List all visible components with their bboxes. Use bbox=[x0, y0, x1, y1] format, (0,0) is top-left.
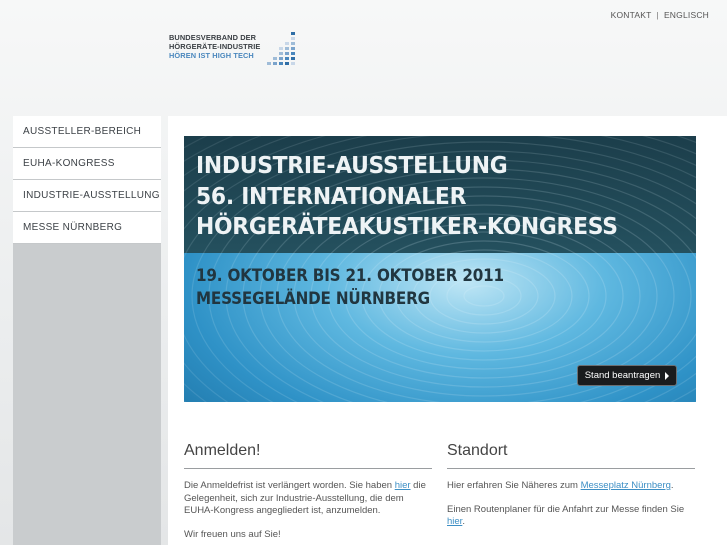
anmelden-text: Die Anmeldefrist ist verlängert worden. … bbox=[184, 480, 432, 518]
main-content: INDUSTRIE-AUSSTELLUNG 56. INTERNATIONALE… bbox=[168, 116, 727, 545]
logo-square bbox=[291, 32, 296, 35]
sidebar-item-industrie-ausstellung[interactable]: INDUSTRIE-AUSSTELLUNG bbox=[13, 180, 161, 212]
messeplatz-link[interactable]: Messeplatz Nürnberg bbox=[581, 480, 671, 491]
anmelden-closing: Wir freuen uns auf Sie! bbox=[184, 528, 281, 540]
logo-square bbox=[285, 47, 290, 50]
contact-link[interactable]: KONTAKT bbox=[611, 10, 652, 20]
hero-banner: INDUSTRIE-AUSSTELLUNG 56. INTERNATIONALE… bbox=[184, 136, 696, 402]
logo-square bbox=[291, 62, 296, 65]
logo[interactable]: BUNDESVERBAND DER HÖRGERÄTE-INDUSTRIE HÖ… bbox=[169, 32, 296, 65]
logo-square bbox=[273, 57, 278, 60]
routenplaner-text: Einen Routenplaner für die Anfahrt zur M… bbox=[447, 504, 695, 529]
logo-square bbox=[279, 62, 284, 65]
logo-square bbox=[279, 32, 283, 35]
logo-square bbox=[279, 57, 284, 60]
logo-square bbox=[267, 62, 272, 65]
logo-square bbox=[273, 47, 277, 50]
sidebar-nav: AUSSTELLER-BEREICH EUHA-KONGRESS INDUSTR… bbox=[13, 116, 161, 545]
logo-square bbox=[267, 57, 271, 60]
standort-text-before: Hier erfahren Sie Näheres zum bbox=[447, 480, 581, 491]
standort-section: Standort Hier erfahren Sie Näheres zum M… bbox=[447, 442, 695, 529]
stand-beantragen-label: Stand beantragen bbox=[584, 370, 661, 381]
top-links-separator: | bbox=[656, 10, 659, 20]
logo-square bbox=[291, 42, 296, 45]
logo-square bbox=[291, 57, 296, 60]
logo-line-1: BUNDESVERBAND DER bbox=[169, 33, 257, 42]
logo-square bbox=[267, 37, 271, 40]
anmelden-section: Anmelden! Die Anmeldefrist ist verlänger… bbox=[184, 442, 432, 541]
logo-line-2: HÖRGERÄTE-INDUSTRIE bbox=[169, 42, 261, 52]
sidebar-item-messe-nuernberg[interactable]: MESSE NÜRNBERG bbox=[13, 212, 161, 244]
logo-text: BUNDESVERBAND DER HÖRGERÄTE-INDUSTRIE HÖ… bbox=[169, 33, 260, 61]
logo-square bbox=[279, 42, 283, 45]
sidebar-item-euha-kongress[interactable]: EUHA-KONGRESS bbox=[13, 148, 161, 180]
routenplaner-hier-link[interactable]: hier bbox=[447, 516, 462, 527]
logo-square bbox=[267, 42, 271, 45]
routenplaner-text-after: . bbox=[462, 516, 465, 527]
logo-square bbox=[267, 47, 271, 50]
logo-square bbox=[273, 42, 277, 45]
logo-square bbox=[267, 52, 271, 55]
logo-square bbox=[285, 32, 289, 35]
banner-title-line-2: 56. INTERNATIONALER bbox=[196, 181, 467, 210]
anmelden-heading: Anmelden! bbox=[184, 442, 432, 469]
logo-square bbox=[273, 62, 278, 65]
logo-square bbox=[285, 52, 290, 55]
anmelden-text-before: Die Anmeldefrist ist verlängert worden. … bbox=[184, 480, 395, 491]
logo-square bbox=[291, 52, 296, 55]
logo-square bbox=[291, 47, 296, 50]
standort-heading: Standort bbox=[447, 442, 695, 469]
sidebar-item-aussteller-bereich[interactable]: AUSSTELLER-BEREICH bbox=[13, 116, 161, 148]
english-link[interactable]: ENGLISCH bbox=[664, 10, 709, 20]
logo-square bbox=[285, 57, 290, 60]
banner-venue: MESSEGELÄNDE NÜRNBERG bbox=[196, 289, 430, 308]
top-links: KONTAKT | ENGLISCH bbox=[611, 10, 709, 20]
banner-title-line-1: INDUSTRIE-AUSSTELLUNG bbox=[196, 151, 508, 179]
arrow-right-icon bbox=[665, 371, 670, 380]
logo-square bbox=[273, 52, 277, 55]
standort-text-after: . bbox=[670, 480, 674, 491]
logo-square bbox=[279, 52, 284, 55]
logo-square bbox=[285, 42, 290, 45]
routenplaner-text-before: Einen Routenplaner für die Anfahrt zur M… bbox=[447, 503, 685, 515]
banner-subtitle: 19. OKTOBER BIS 21. OKTOBER 2011 MESSEGE… bbox=[196, 264, 504, 310]
logo-tagline: HÖREN IST HIGH TECH bbox=[169, 51, 254, 61]
logo-square bbox=[273, 32, 277, 35]
logo-square bbox=[285, 62, 290, 65]
banner-title: INDUSTRIE-AUSSTELLUNG 56. INTERNATIONALE… bbox=[196, 150, 618, 242]
banner-title-line-3: HÖRGERÄTEAKUSTIKER-KONGRESS bbox=[196, 212, 618, 240]
logo-square bbox=[267, 32, 271, 35]
logo-square bbox=[285, 37, 289, 40]
banner-date: 19. OKTOBER BIS 21. OKTOBER 2011 bbox=[196, 266, 504, 285]
anmelden-hier-link[interactable]: hier bbox=[395, 480, 411, 491]
logo-square bbox=[273, 37, 277, 40]
stand-beantragen-button[interactable]: Stand beantragen bbox=[577, 365, 677, 386]
logo-grid-icon bbox=[267, 32, 296, 65]
logo-square bbox=[279, 37, 283, 40]
logo-square bbox=[279, 47, 284, 50]
standort-text: Hier erfahren Sie Näheres zum Messeplatz… bbox=[447, 480, 695, 493]
logo-square bbox=[291, 37, 296, 40]
